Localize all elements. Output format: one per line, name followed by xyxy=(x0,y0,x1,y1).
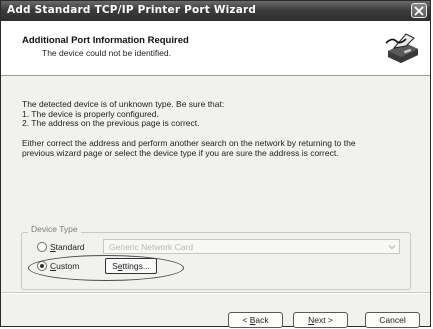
wizard-window: Add Standard TCP/IP Printer Port Wizard … xyxy=(0,0,431,328)
settings-button[interactable]: Settings... xyxy=(105,258,157,274)
standard-device-value: Generic Network Card xyxy=(109,242,194,252)
window-title: Add Standard TCP/IP Printer Port Wizard xyxy=(7,4,257,16)
cancel-button[interactable]: Cancel xyxy=(365,312,420,328)
device-type-legend: Device Type xyxy=(28,224,81,234)
wizard-header: Additional Port Information Required The… xyxy=(1,21,430,76)
footer-separator xyxy=(1,292,430,294)
title-bar[interactable]: Add Standard TCP/IP Printer Port Wizard xyxy=(1,1,430,21)
chevron-down-icon[interactable] xyxy=(386,241,398,252)
info-text-line5: previous wizard page or select the devic… xyxy=(22,148,339,158)
header-subtitle: The device could not be identified. xyxy=(42,48,172,58)
custom-radio-label[interactable]: Custom xyxy=(50,261,79,271)
standard-device-select[interactable]: Generic Network Card xyxy=(103,239,400,254)
close-button[interactable] xyxy=(411,3,427,18)
next-button[interactable]: Next > xyxy=(293,312,348,328)
custom-radio[interactable] xyxy=(37,261,47,271)
wizard-body: The detected device is of unknown type. … xyxy=(1,76,430,328)
back-button[interactable]: < Back xyxy=(228,312,283,328)
standard-radio-label[interactable]: Standard xyxy=(50,242,85,252)
info-text-line3: 2. The address on the previous page is c… xyxy=(22,118,200,128)
standard-radio[interactable] xyxy=(37,242,47,252)
close-icon xyxy=(414,6,424,15)
header-title: Additional Port Information Required xyxy=(22,35,189,46)
printer-cable-icon xyxy=(384,29,422,67)
